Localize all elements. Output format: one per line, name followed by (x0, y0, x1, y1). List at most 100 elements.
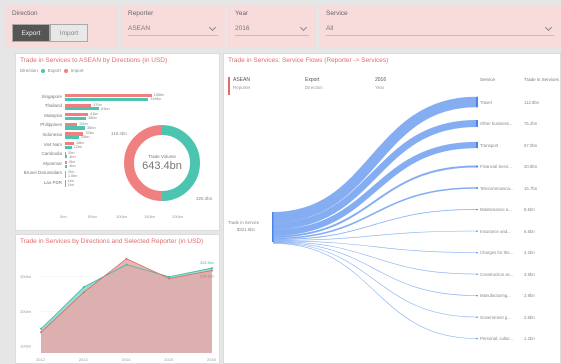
node-personal-cultur (476, 338, 478, 340)
export-value-myanmar: 4bn (69, 164, 76, 169)
sankey-panel: Trade in Services: Service Flows (Report… (223, 53, 561, 364)
legend-import: Import (70, 68, 84, 73)
y-tick-label: 200bn (20, 309, 31, 314)
node-telecommunica (476, 187, 478, 189)
flow-government-g (272, 242, 477, 318)
category-label-indonesia: Indonesia (42, 131, 62, 137)
reporter-dropdown[interactable]: ASEAN (128, 23, 218, 36)
legend-export: Export (47, 68, 61, 73)
bar-legend: Direction Export Import (20, 68, 84, 73)
donut-center-value: 643.4bn (142, 160, 182, 172)
service-title: Service (326, 10, 348, 17)
node-government-g (476, 316, 478, 318)
service-dropdown[interactable]: All (326, 23, 554, 36)
export-point (168, 275, 171, 278)
service-label-construction-se: Construction se... (480, 271, 514, 277)
export-point (40, 327, 42, 330)
service-value-charges-for-the: 4.2bn (524, 250, 535, 255)
service-value-government-g: 2.6bn (524, 314, 535, 320)
service-value-financial-servi: 20.8bn (524, 164, 538, 169)
node-financial-servi (476, 165, 478, 168)
node-maintenance-a (476, 209, 478, 211)
service-value-maintenance-a: 8.5bn (524, 207, 535, 212)
x-tick-label: 100bn (116, 214, 128, 219)
import-point (125, 257, 128, 260)
export-bar-myanmar (65, 164, 68, 168)
service-label-charges-for-the: Charges for the... (480, 250, 514, 255)
export-value-viet-nam: 12bn (73, 145, 83, 149)
export-value-lao-pdr: 1bn (67, 183, 74, 188)
donut-center: Trade Volume 643.4bn (128, 154, 196, 172)
service-label-travel: Travel (480, 99, 492, 105)
category-label-singapore: Singapore (41, 93, 62, 99)
category-label-philippines: Philippines (40, 122, 62, 128)
node-travel (476, 96, 478, 108)
import-point (82, 291, 85, 294)
year-value: 2016 (235, 25, 250, 32)
x-tick-label: 2015 (164, 357, 174, 362)
import-point (211, 269, 213, 272)
export-point (82, 286, 85, 289)
service-value-insurance-and: 6.6bn (524, 228, 535, 234)
category-label-brunei-darussalam: Brunei Darussalam (23, 170, 62, 176)
reporter-slicer: Reporter ASEAN (121, 5, 225, 48)
export-value-malaysia: 38bn (88, 116, 97, 121)
export-point (125, 263, 128, 266)
node-other-business (476, 119, 478, 128)
export-value-indonesia: 25bn (81, 135, 90, 140)
chevron-down-icon (208, 23, 217, 31)
x-tick-label: 2014 (122, 357, 132, 362)
x-tick-label: 2013 (79, 357, 89, 362)
reporter-title: Reporter (128, 10, 154, 17)
export-value-philippines: 36bn (87, 125, 96, 130)
year-dropdown[interactable]: 2016 (235, 23, 309, 36)
x-tick-label: 2012 (36, 357, 46, 362)
service-label-telecommunica: Telecommunica... (480, 185, 514, 191)
year-title: Year (235, 10, 249, 17)
import-point (168, 277, 171, 280)
service-label-maintenance-a: Maintenance a... (480, 207, 512, 212)
service-value-telecommunica: 16.7bn (524, 185, 538, 191)
direction-slicer: Direction Export Import (5, 5, 118, 48)
chevron-down-icon (544, 23, 553, 31)
direction-toggle: Export Import (12, 24, 111, 42)
export-callout: 325.3bn (200, 261, 214, 265)
export-legend-dot (40, 68, 45, 73)
category-label-myanmar: Myanmar (43, 160, 62, 166)
export-value-singapore: 149bn (150, 97, 161, 101)
service-label-financial-servi: Financial Servi... (480, 164, 512, 169)
export-bar-lao-pdr (65, 184, 66, 188)
flow-travel (272, 96, 477, 223)
export-bar-viet-nam (65, 145, 72, 149)
chevron-down-icon (299, 23, 308, 31)
service-value-travel: 112.9bn (524, 99, 540, 105)
donut-center-label: Trade Volume (148, 154, 176, 159)
category-label-cambodia: Cambodia (41, 151, 62, 157)
service-value-personal-cultur: 1.2bn (524, 336, 535, 341)
import-callout: 318.1bn (200, 274, 214, 278)
area-chart: 100bn 200bn 300bn 2012 2013 2014 2015 2016 325.3… (20, 257, 217, 362)
export-bar-philippines (65, 126, 86, 130)
export-value-thailand: 61bn (101, 106, 110, 111)
x-tick-label: 50bn (88, 214, 97, 219)
x-tick-label: 0bn (60, 214, 67, 219)
reporter-value: ASEAN (128, 25, 151, 32)
category-label-viet-nam: Viet Nam (43, 141, 62, 147)
legend-title: Direction (20, 68, 38, 73)
service-slicer: Service All (319, 5, 561, 48)
service-label-government-g: Government g... (480, 314, 511, 320)
bar-chart-panel: Trade in Services to ASEAN by Directions… (15, 53, 220, 231)
category-label-thailand: Thailand (44, 103, 62, 109)
y-tick-label: 100bn (20, 344, 31, 349)
x-tick-label: 2016 (207, 357, 217, 362)
service-value-manufacturing: 2.9bn (524, 293, 535, 298)
export-toggle-button[interactable]: Export (12, 24, 50, 42)
export-value-brunei-darussalam: 1.5bn (67, 173, 78, 178)
x-tick-label: 150bn (144, 214, 156, 219)
import-toggle-button[interactable]: Import (50, 24, 88, 42)
export-bar-singapore (65, 97, 149, 101)
service-value: All (326, 25, 334, 32)
export-bar-indonesia (65, 136, 79, 140)
y-tick-label: 300bn (20, 274, 31, 279)
export-bar-brunei-darussalam (65, 174, 66, 178)
